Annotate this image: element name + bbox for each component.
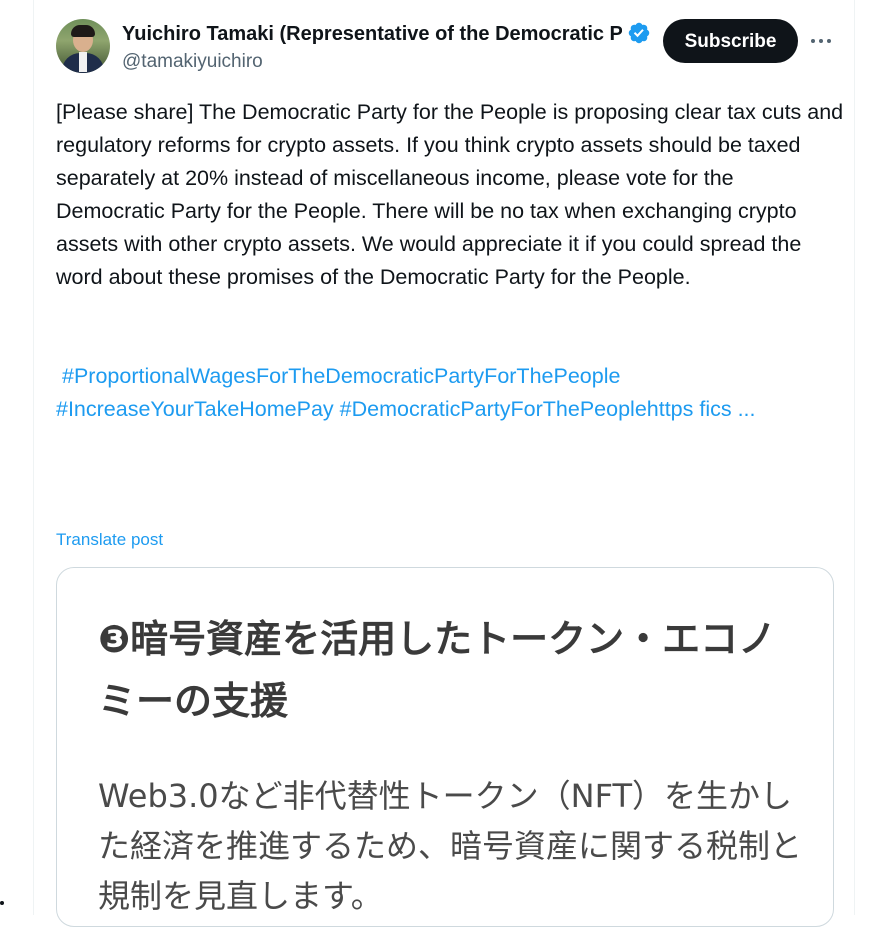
subscribe-button[interactable]: Subscribe	[663, 19, 798, 63]
hashtag-link[interactable]: #IncreaseYourTakeHomePay	[56, 397, 334, 421]
translate-post-link[interactable]: Translate post	[56, 528, 163, 552]
verified-badge-icon	[628, 22, 650, 44]
more-horizontal-icon[interactable]	[808, 28, 834, 54]
hashtag-link[interactable]: #ProportionalWagesForTheDemocraticPartyF…	[62, 364, 620, 388]
post-hashtags: #ProportionalWagesForTheDemocraticPartyF…	[56, 360, 846, 426]
media-body-text: Web3.0など非代替性トークン（NFT）を生かした経済を推進するため、暗号資産…	[98, 777, 803, 915]
avatar-shirt	[79, 52, 87, 72]
avatar-hair	[71, 25, 95, 37]
author-display-name[interactable]: Yuichiro Tamaki (Representative of the D…	[122, 21, 622, 47]
post-media-image[interactable]: ❸暗号資産を活用したトークン・エコノミーの支援 Web3.0など非代替性トークン…	[56, 567, 834, 927]
more-dot	[827, 39, 831, 43]
post-text: [Please share] The Democratic Party for …	[56, 100, 844, 289]
author-avatar[interactable]	[56, 19, 110, 73]
more-dot	[819, 39, 823, 43]
hashtag-link[interactable]: #DemocraticPartyForThePeoplehttps fics .…	[340, 397, 756, 421]
more-dot	[811, 39, 815, 43]
edge-dot	[0, 901, 4, 905]
media-heading: ❸暗号資産を活用したトークン・エコノミーの支援	[98, 617, 777, 723]
post-card: Yuichiro Tamaki (Representative of the D…	[33, 0, 855, 927]
author-handle[interactable]: @tamakiyuichiro	[122, 50, 263, 74]
